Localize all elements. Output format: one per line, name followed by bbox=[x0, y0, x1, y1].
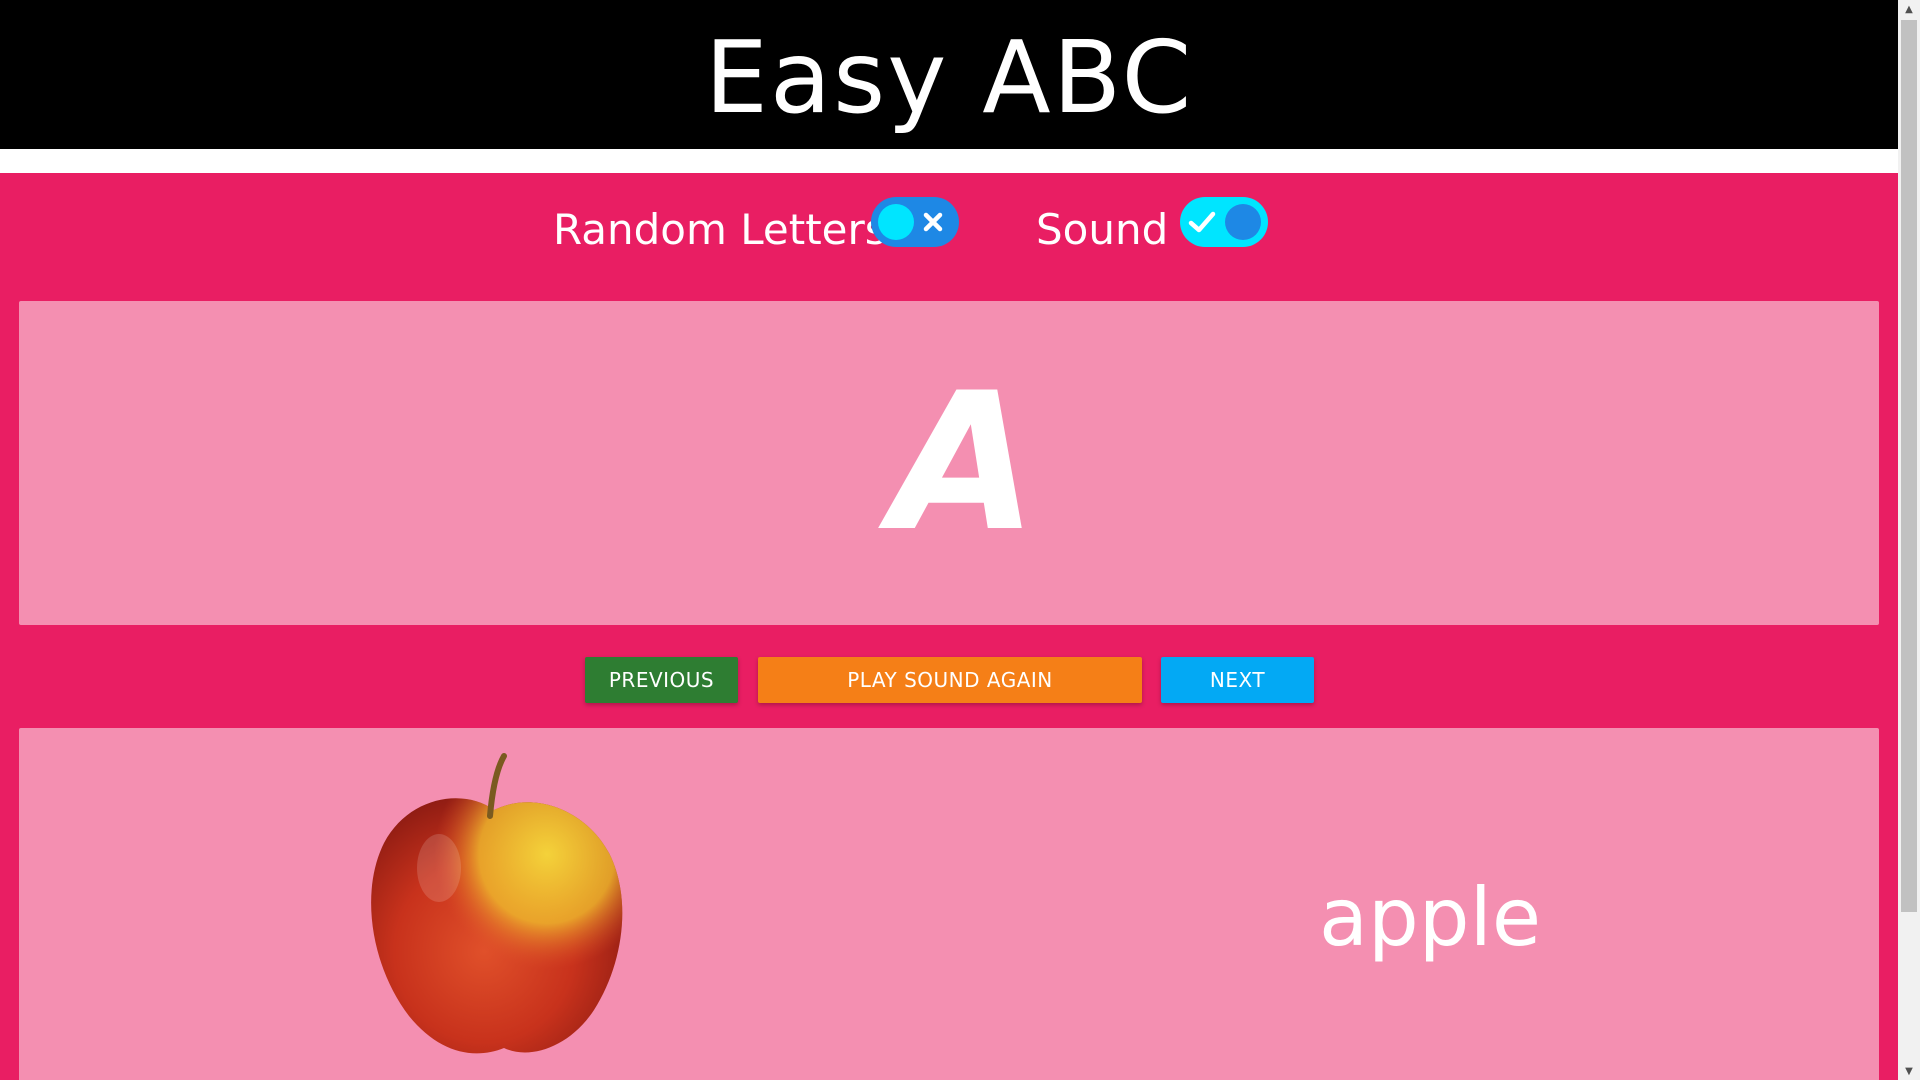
app-title: Easy ABC bbox=[704, 18, 1194, 136]
play-sound-again-button[interactable]: PLAY SOUND AGAIN bbox=[758, 657, 1142, 703]
random-letters-toggle[interactable] bbox=[871, 197, 959, 247]
easy-abc-page: Easy ABC Random Letters Sound A PREVIOUS… bbox=[0, 0, 1920, 1080]
current-letter: A bbox=[890, 352, 1038, 573]
toggle-knob bbox=[1225, 204, 1261, 240]
settings-bar: Random Letters Sound bbox=[0, 173, 1898, 301]
scroll-down-icon[interactable]: ▼ bbox=[1898, 1062, 1920, 1080]
next-button[interactable]: NEXT bbox=[1161, 657, 1314, 703]
toggle-knob bbox=[878, 204, 914, 240]
vertical-scrollbar[interactable]: ▲ ▼ bbox=[1898, 0, 1920, 1080]
apple-image bbox=[371, 753, 623, 1054]
scrollbar-thumb[interactable] bbox=[1901, 20, 1917, 912]
cross-icon bbox=[913, 197, 953, 247]
random-letters-label: Random Letters bbox=[553, 205, 887, 254]
check-icon bbox=[1182, 197, 1222, 247]
letter-card: A bbox=[19, 301, 1879, 625]
scroll-up-icon[interactable]: ▲ bbox=[1898, 0, 1920, 18]
word-card: apple bbox=[19, 728, 1879, 1080]
previous-button[interactable]: PREVIOUS bbox=[585, 657, 738, 703]
app-header: Easy ABC bbox=[0, 0, 1898, 149]
word-label: apple bbox=[1319, 871, 1542, 964]
header-divider bbox=[0, 149, 1898, 173]
sound-label: Sound bbox=[1036, 205, 1169, 254]
sound-toggle[interactable] bbox=[1180, 197, 1268, 247]
